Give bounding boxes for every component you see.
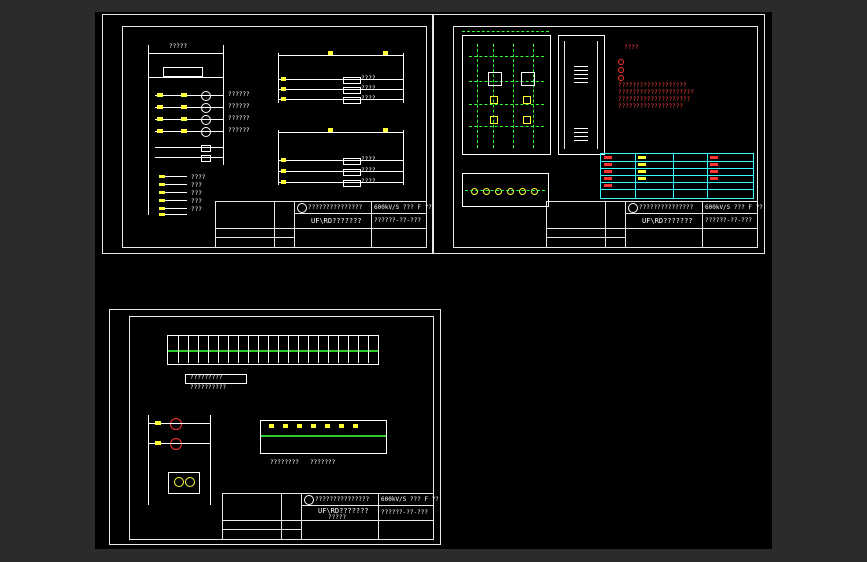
sheet-1-right-label-3: ???? [361, 156, 376, 163]
sheet-1-label-7: ??? [191, 190, 202, 197]
sheet-1-drawing-no: ??????-??-??? [374, 217, 421, 224]
sheet-2-panel-bottom [462, 173, 549, 207]
sheet-1-right-label-0: ???? [361, 75, 376, 82]
company-logo-icon [297, 203, 307, 213]
sheet-3-company: ??????????????? [315, 496, 370, 503]
sheet-3-scale: 600kV/S ??? F ?? [381, 496, 439, 503]
sheet-3-terminal-label-0: ????????? [190, 374, 223, 381]
sheet-1-label-6: ??? [191, 182, 202, 189]
sheet-2-title-block: ??????????????? 600kV/S ??? F ?? UF\RD??… [546, 201, 763, 248]
sheet-2-legend-0: ???? [624, 44, 639, 51]
sheet-2-drawing-no: ??????-??-??? [705, 217, 752, 224]
sheet-1-title-block: ??????????????? 600kV/S ??? F ?? UF\RD??… [215, 201, 432, 248]
company-logo-icon [628, 203, 638, 213]
sheet-1-right-label-5: ???? [361, 178, 376, 185]
sheet-2-panel-side [558, 35, 605, 155]
drawing-sheet-1[interactable]: ????? ?????? ?????? ?????? ?????? ???? ?… [102, 14, 433, 254]
sheet-2-scale: 600kV/S ??? F ?? [705, 204, 763, 211]
sheet-2-legend-4: ?????????????????? [618, 103, 684, 110]
sheet-1-drawing-title: UF\RD??????? [311, 217, 362, 225]
drawing-sheet-2[interactable]: ???? ??????????????????? ???????????????… [433, 14, 765, 254]
sheet-2-drawing-title: UF\RD??????? [642, 217, 693, 225]
sheet-3-subtitle: ????? [328, 514, 347, 521]
sheet-3-terminal-strip-mid [260, 420, 387, 454]
sheet-3-terminal-label-1: ?????????? [190, 384, 227, 391]
sheet-1-company: ??????????????? [308, 204, 363, 211]
sheet-1-label-4: ?????? [228, 127, 250, 134]
sheet-1-label-8: ??? [191, 198, 202, 205]
company-logo-icon [304, 495, 314, 505]
sheet-2-panel-front [462, 35, 551, 155]
sheet-3-sub-label-0: ???????? [270, 459, 299, 466]
sheet-1-label-3: ?????? [228, 115, 250, 122]
sheet-1-label-5: ???? [191, 174, 206, 181]
sheet-1-right-label-2: ???? [361, 95, 376, 102]
sheet-1-label-1: ?????? [228, 91, 250, 98]
sheet-3-title-block: ??????????????? 600kV/S ??? F ?? UF\RD??… [222, 493, 439, 540]
sheet-1-right-label-4: ???? [361, 167, 376, 174]
sheet-1-label-0: ????? [169, 43, 188, 50]
cad-model-space[interactable]: ????? ?????? ?????? ?????? ?????? ???? ?… [95, 12, 772, 549]
sheet-3-sub-label-1: ??????? [310, 459, 336, 466]
sheet-1-label-9: ??? [191, 206, 202, 213]
sheet-1-right-label-1: ???? [361, 85, 376, 92]
sheet-1-scale: 600kV/S ??? F ?? [374, 204, 432, 211]
drawing-sheet-3[interactable]: ????????? ?????????? ???????? ??????? ??… [109, 309, 441, 545]
sheet-2-company: ??????????????? [639, 204, 694, 211]
sheet-1-label-2: ?????? [228, 103, 250, 110]
sheet-3-drawing-no: ??????-??-??? [381, 509, 428, 516]
sheet-2-component-table [600, 153, 754, 199]
